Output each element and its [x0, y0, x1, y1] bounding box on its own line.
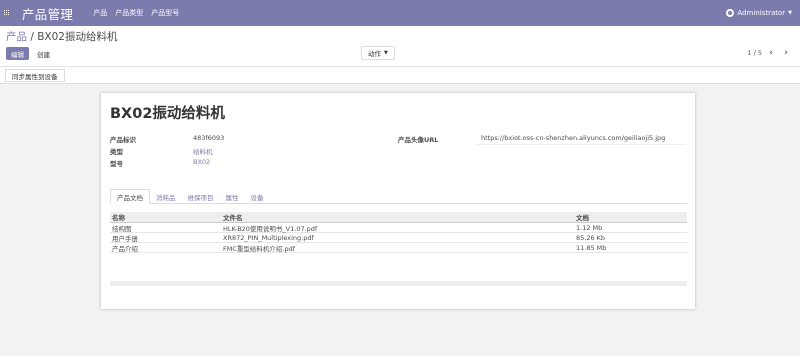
tab-attributes[interactable]: 属性 — [220, 189, 245, 204]
caret-down-icon: ▼ — [384, 50, 388, 56]
menu-item-product-models[interactable]: 产品型号 — [151, 8, 179, 18]
form-sheet: BX02振动给料机 产品标识 483f6093 类型 给料机 型号 BX02 产… — [101, 93, 695, 309]
menu-item-products[interactable]: 产品 — [93, 8, 107, 18]
breadcrumb: 产品 / BX02振动给料机 — [6, 29, 117, 44]
table-row[interactable]: 产品介绍 FMC重型给料机介绍.pdf 11.85 Mb — [110, 243, 687, 253]
app-brand: 产品管理 — [22, 6, 74, 22]
cell-name: 结构图 — [112, 224, 132, 233]
edit-button[interactable]: 编辑 — [6, 47, 29, 60]
record-title: BX02振动给料机 — [110, 106, 225, 122]
top-navbar: 产品管理 产品 产品类型 产品型号 Administrator ▼ — [0, 0, 800, 26]
column-header-name[interactable]: 名称 — [110, 212, 221, 222]
main-menu: 产品 产品类型 产品型号 — [93, 8, 187, 18]
avatar — [726, 9, 735, 17]
avatar-url-value: https://bxiot.oss-cn-shenzhen.aliyuncs.c… — [481, 134, 666, 142]
table-row[interactable]: 用户手册 XR872_PIN_Multiplexing.pdf 85.26 Kb — [110, 233, 687, 243]
pager-value: 1 / 5 — [747, 49, 762, 57]
tab-devices[interactable]: 设备 — [245, 189, 270, 204]
documents-table: 名称 文件名 文档 结构图 HLK-B20使用说明书_V1.07.pdf 1.1… — [110, 212, 687, 253]
cell-document-size[interactable]: 11.85 Mb — [574, 244, 687, 252]
cell-filename: XR872_PIN_Multiplexing.pdf — [223, 233, 314, 242]
product-id-label: 产品标识 — [110, 136, 136, 144]
breadcrumb-separator: / — [27, 31, 38, 43]
tab-consumables[interactable]: 消耗品 — [150, 189, 182, 204]
menu-item-product-types[interactable]: 产品类型 — [115, 8, 143, 18]
cell-name: 用户手册 — [112, 234, 138, 243]
pager-prev-button[interactable]: ‹ — [765, 47, 777, 59]
tab-product-docs[interactable]: 产品文档 — [110, 189, 150, 204]
create-button[interactable]: 创建 — [32, 47, 55, 60]
control-panel: 产品 / BX02振动给料机 编辑 创建 动作 ▼ 1 / 5 ‹ › — [0, 26, 800, 67]
apps-grid-icon[interactable] — [4, 10, 10, 16]
sync-attributes-button[interactable]: 同步属性到设备 — [5, 69, 65, 82]
user-menu[interactable]: Administrator ▼ — [726, 0, 792, 26]
tab-maintenance-items[interactable]: 维保项目 — [182, 189, 220, 204]
pager: 1 / 5 ‹ › — [747, 47, 792, 59]
type-link[interactable]: 给料机 — [193, 146, 213, 156]
breadcrumb-current: BX02振动给料机 — [37, 31, 118, 43]
user-name: Administrator — [737, 9, 786, 17]
column-header-filename[interactable]: 文件名 — [221, 212, 574, 222]
pager-next-button[interactable]: › — [780, 47, 792, 59]
cell-document-size[interactable]: 1.12 Mb — [574, 224, 687, 232]
action-label: 动作 — [368, 50, 381, 58]
product-id-value: 483f6093 — [193, 134, 225, 142]
action-dropdown-button[interactable]: 动作 ▼ — [361, 46, 395, 60]
cell-filename: HLK-B20使用说明书_V1.07.pdf — [223, 224, 318, 233]
table-header: 名称 文件名 文档 — [110, 212, 687, 223]
type-label: 类型 — [110, 148, 123, 156]
form-header: 同步属性到设备 — [0, 67, 800, 84]
breadcrumb-parent-link[interactable]: 产品 — [6, 31, 27, 43]
column-header-document[interactable]: 文档 — [574, 212, 687, 222]
table-row[interactable]: 结构图 HLK-B20使用说明书_V1.07.pdf 1.12 Mb — [110, 223, 687, 233]
table-footer — [110, 281, 687, 286]
caret-down-icon: ▼ — [788, 10, 792, 16]
cell-name: 产品介绍 — [112, 244, 138, 253]
avatar-url-label: 产品头像URL — [398, 136, 439, 144]
model-link[interactable]: BX02 — [193, 158, 210, 166]
cell-filename: FMC重型给料机介绍.pdf — [223, 244, 295, 253]
field-underline — [477, 144, 686, 145]
model-label: 型号 — [110, 160, 123, 168]
notebook-tabs: 产品文档 消耗品 维保项目 属性 设备 — [110, 189, 687, 204]
cell-document-size[interactable]: 85.26 Kb — [574, 234, 687, 242]
